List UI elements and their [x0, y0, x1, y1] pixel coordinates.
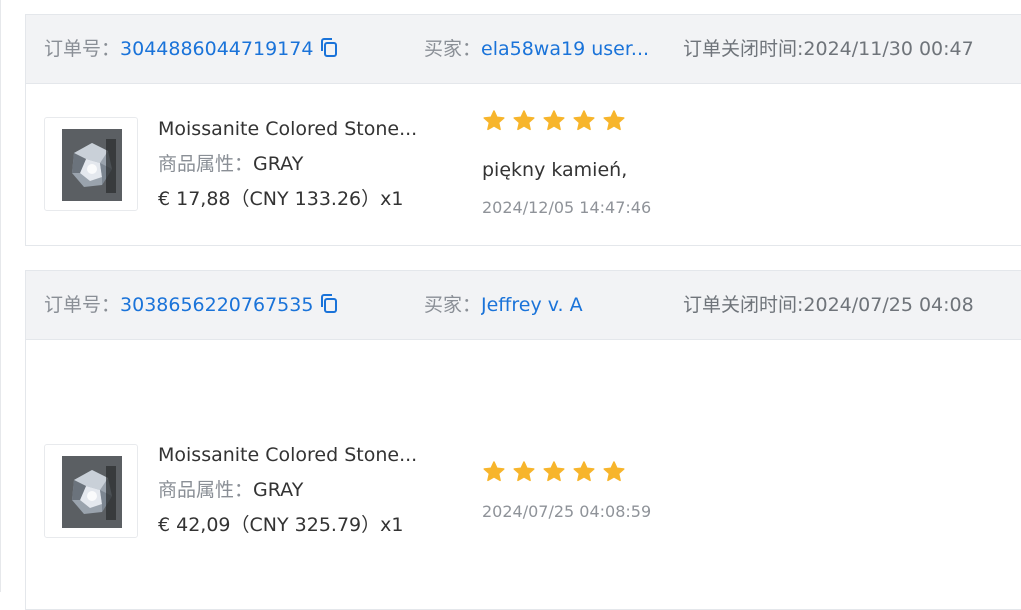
copy-icon[interactable] [320, 38, 338, 58]
attribute-label: 商品属性： [158, 479, 254, 501]
review: 2024/07/25 04:08:59 [482, 460, 651, 521]
star-rating [482, 109, 651, 133]
review-date: 2024/12/05 14:47:46 [482, 198, 652, 217]
buyer-name-link[interactable]: Jeffrey v. A [481, 292, 583, 318]
gemstone-product-image [62, 456, 122, 528]
buyer-name-link[interactable]: ela58wa19 user... [481, 36, 649, 62]
review-text: piękny kamień, [482, 159, 628, 181]
order-number-label: 订单号： [44, 294, 121, 316]
product-attribute: 商品属性：GRAY [158, 147, 428, 182]
order-number-label: 订单号： [44, 38, 121, 60]
star-icon [573, 461, 595, 482]
left-divider [0, 0, 1, 592]
gemstone-product-image [62, 129, 122, 201]
buyer-field: 买家：Jeffrey v. A [424, 292, 583, 318]
order-number-link[interactable]: 3038656220767535 [120, 294, 313, 316]
product-info: Moissanite Colored Stone... 商品属性：GRAY € … [158, 112, 428, 217]
product-thumbnail[interactable] [44, 117, 138, 211]
star-icon [603, 461, 625, 482]
attribute-value: GRAY [253, 153, 304, 175]
review-date: 2024/07/25 04:08:59 [482, 502, 652, 521]
copy-icon[interactable] [320, 294, 338, 314]
close-time-value: 2024/07/25 04:08 [803, 294, 974, 316]
order-header: 订单号：3038656220767535 买家：Jeffrey v. A 订单关… [26, 271, 1021, 340]
product-attribute: 商品属性：GRAY [158, 473, 428, 508]
star-icon [513, 110, 535, 131]
product-name[interactable]: Moissanite Colored Stone... [158, 438, 428, 473]
buyer-label: 买家： [424, 294, 482, 316]
star-icon [543, 110, 565, 131]
order-card: 订单号：3044886044719174 买家：ela58wa19 user..… [25, 14, 1021, 246]
order-number-field: 订单号：3044886044719174 [44, 36, 338, 62]
close-time-field: 订单关闭时间:2024/11/30 00:47 [683, 36, 974, 62]
order-card: 订单号：3038656220767535 买家：Jeffrey v. A 订单关… [25, 270, 1021, 610]
star-icon [543, 461, 565, 482]
star-icon [573, 110, 595, 131]
buyer-label: 买家： [424, 38, 482, 60]
star-icon [483, 461, 505, 482]
product-info: Moissanite Colored Stone... 商品属性：GRAY € … [158, 438, 428, 543]
product-thumbnail[interactable] [44, 444, 138, 538]
star-icon [513, 461, 535, 482]
review: piękny kamień, 2024/12/05 14:47:46 [482, 109, 651, 217]
buyer-field: 买家：ela58wa19 user... [424, 36, 649, 62]
close-time-value: 2024/11/30 00:47 [803, 38, 974, 60]
product-price: € 42,09（CNY 325.79）x1 [158, 514, 404, 536]
star-icon [483, 110, 505, 131]
product-name[interactable]: Moissanite Colored Stone... [158, 112, 428, 147]
close-time-field: 订单关闭时间:2024/07/25 04:08 [683, 292, 974, 318]
product-price: € 17,88（CNY 133.26）x1 [158, 188, 404, 210]
star-icon [603, 110, 625, 131]
close-time-label: 订单关闭时间: [683, 294, 804, 316]
order-header: 订单号：3044886044719174 买家：ela58wa19 user..… [26, 15, 1021, 84]
order-number-field: 订单号：3038656220767535 [44, 292, 338, 318]
close-time-label: 订单关闭时间: [683, 38, 804, 60]
attribute-value: GRAY [253, 479, 304, 501]
attribute-label: 商品属性： [158, 153, 254, 175]
order-number-link[interactable]: 3044886044719174 [120, 38, 313, 60]
star-rating [482, 460, 651, 484]
